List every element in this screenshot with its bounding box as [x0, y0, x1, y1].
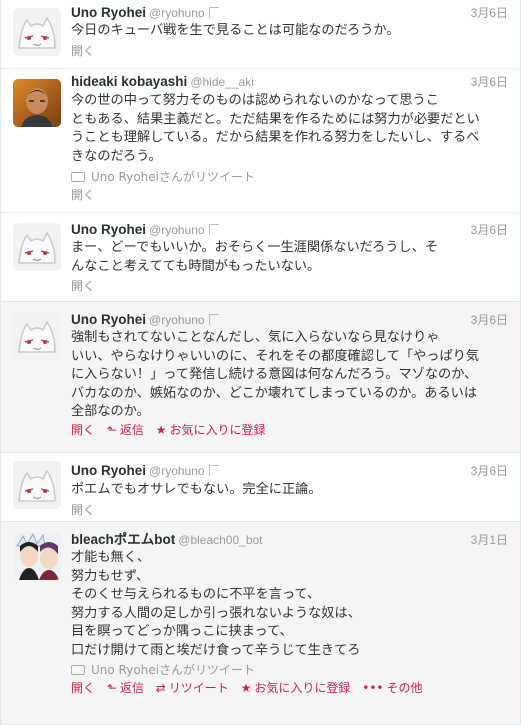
user-name[interactable]: bleachポエムbot — [71, 532, 175, 547]
star-icon: ★ — [155, 423, 167, 437]
tweet-actions: 開く — [71, 503, 103, 518]
user-handle[interactable]: @ryohuno — [149, 313, 205, 327]
handle-marker — [208, 7, 219, 18]
ghost-cat-icon — [13, 312, 61, 360]
reply-arrow-icon: ⬑ — [106, 681, 117, 695]
avatar[interactable] — [13, 461, 61, 509]
tweet-actions: 開く — [71, 188, 103, 203]
tweet-header: Uno Ryohei @ryohuno 3月6日 — [71, 463, 508, 479]
retweet-label: リツイート — [168, 681, 229, 695]
open-button[interactable]: 開く — [71, 188, 95, 203]
reply-label: 返信 — [119, 423, 144, 437]
tweet-item[interactable]: Uno Ryohei @ryohuno 3月6日 ポエムでもオサレでもない。完全に… — [1, 453, 520, 522]
more-dots-icon: ••• — [362, 681, 384, 695]
anime-character-icon — [13, 532, 61, 580]
user-name[interactable]: hideaki kobayashi — [71, 74, 187, 89]
tweet-text: ポエムでもオサレでもない。完全に正論。 — [71, 482, 322, 497]
handle-marker — [208, 224, 219, 235]
tweet-timeline: Uno Ryohei @ryohuno 3月6日 今日のキューバ戦を生で見ることは… — [0, 0, 521, 725]
ghost-cat-icon — [13, 223, 61, 271]
favorite-button[interactable]: ★ お気に入りに登録 — [156, 423, 266, 438]
tweet-text: 今日のキューバ戦を生で見ることは可能なのだろうか。 — [71, 23, 400, 38]
tweet-header: hideaki kobayashi @hide__aki 3月6日 — [71, 74, 508, 90]
tweet-header: Uno Ryohei @ryohuno 3月6日 — [71, 312, 508, 328]
user-handle[interactable]: @hide__aki — [190, 75, 254, 89]
user-name[interactable]: Uno Ryohei — [71, 312, 146, 327]
user-handle[interactable]: @ryohuno — [149, 464, 205, 478]
retweeted-by-label[interactable]: Uno Ryoheiさんがリツイート — [91, 170, 255, 184]
tweet-text: 才能も無く、 努力もせず、 そのくせ与えられるものに不平を言って、 努力する人間… — [71, 550, 361, 658]
open-button[interactable]: 開く — [71, 423, 95, 438]
retweeted-by: Uno Ryoheiさんがリツイート — [71, 663, 255, 678]
tweet-text: まー、どーでもいいか。おそらく一生涯関係ないだろうし、そ んなこと考えてても時間… — [71, 240, 439, 274]
user-name[interactable]: Uno Ryohei — [71, 463, 146, 478]
user-handle[interactable]: @bleach00_bot — [178, 533, 262, 547]
tweet-item[interactable]: Uno Ryohei @ryohuno 3月6日 まー、どーでもいいか。おそらく一… — [1, 213, 520, 302]
tweet-time[interactable]: 3月1日 — [471, 532, 508, 548]
retweet-icon — [71, 172, 85, 182]
tweet-actions: 開く — [71, 44, 103, 59]
avatar[interactable] — [13, 8, 61, 56]
reply-label: 返信 — [119, 681, 144, 695]
reply-button[interactable]: ⬑ 返信 — [107, 681, 144, 696]
tweet-time[interactable]: 3月6日 — [471, 5, 508, 21]
favorite-label: お気に入りに登録 — [169, 423, 266, 437]
avatar[interactable] — [13, 79, 61, 127]
tweet-item[interactable]: Uno Ryohei @ryohuno 3月6日 強制もされてないことなんだし、気… — [1, 302, 520, 453]
tweet-item[interactable]: Uno Ryohei @ryohuno 3月6日 今日のキューバ戦を生で見ることは… — [1, 0, 520, 69]
open-button[interactable]: 開く — [71, 44, 95, 59]
user-handle[interactable]: @ryohuno — [149, 223, 205, 237]
more-button[interactable]: ••• その他 — [362, 681, 422, 696]
tweet-actions: 開く ⬑ 返信 ★ お気に入りに登録 — [71, 423, 274, 438]
avatar[interactable] — [13, 312, 61, 360]
retweeted-by-label[interactable]: Uno Ryoheiさんがリツイート — [91, 663, 255, 677]
tweet-header: Uno Ryohei @ryohuno 3月6日 — [71, 222, 508, 238]
open-button[interactable]: 開く — [71, 503, 95, 518]
retweet-button[interactable]: ⇄ リツイート — [156, 681, 229, 696]
user-name[interactable]: Uno Ryohei — [71, 222, 146, 237]
user-handle[interactable]: @ryohuno — [149, 6, 205, 20]
tweet-item[interactable]: hideaki kobayashi @hide__aki 3月6日 今の世の中って… — [1, 69, 520, 213]
reply-button[interactable]: ⬑ 返信 — [107, 423, 144, 438]
tweet-time[interactable]: 3月6日 — [471, 74, 508, 90]
tweet-time[interactable]: 3月6日 — [471, 312, 508, 328]
retweet-icon — [71, 665, 85, 675]
user-name[interactable]: Uno Ryohei — [71, 5, 146, 20]
tweet-time[interactable]: 3月6日 — [471, 222, 508, 238]
favorite-label: お気に入りに登録 — [254, 681, 351, 695]
handle-marker — [208, 314, 219, 325]
tweet-actions: 開く ⬑ 返信 ⇄ リツイート ★ お気に入りに登録 ••• その他 — [71, 681, 430, 696]
tweet-text: 今の世の中って努力そのものは認められないのかなって思うこ ともある、結果主義だと… — [71, 93, 480, 164]
ghost-cat-icon — [13, 8, 61, 56]
retweeted-by: Uno Ryoheiさんがリツイート — [71, 170, 255, 185]
open-button[interactable]: 開く — [71, 681, 95, 696]
tweet-actions: 開く — [71, 279, 103, 294]
reply-arrow-icon: ⬑ — [106, 423, 117, 437]
tweet-header: bleachポエムbot @bleach00_bot 3月1日 — [71, 532, 508, 548]
handle-marker — [208, 465, 219, 476]
tweet-time[interactable]: 3月6日 — [471, 463, 508, 479]
person-photo-icon — [13, 79, 61, 127]
open-button[interactable]: 開く — [71, 279, 95, 294]
tweet-item[interactable]: bleachポエムbot @bleach00_bot 3月1日 才能も無く、 努力… — [1, 522, 520, 725]
avatar[interactable] — [13, 223, 61, 271]
ghost-cat-icon — [13, 461, 61, 509]
more-label: その他 — [386, 681, 423, 695]
favorite-button[interactable]: ★ お気に入りに登録 — [241, 681, 351, 696]
retweet-icon: ⇄ — [155, 681, 166, 695]
tweet-text: 強制もされてないことなんだし、気に入らないなら見なけりゃ いい、やらなけりゃいい… — [71, 330, 480, 419]
tweet-header: Uno Ryohei @ryohuno 3月6日 — [71, 5, 508, 21]
avatar[interactable] — [13, 532, 61, 580]
star-icon: ★ — [240, 681, 252, 695]
